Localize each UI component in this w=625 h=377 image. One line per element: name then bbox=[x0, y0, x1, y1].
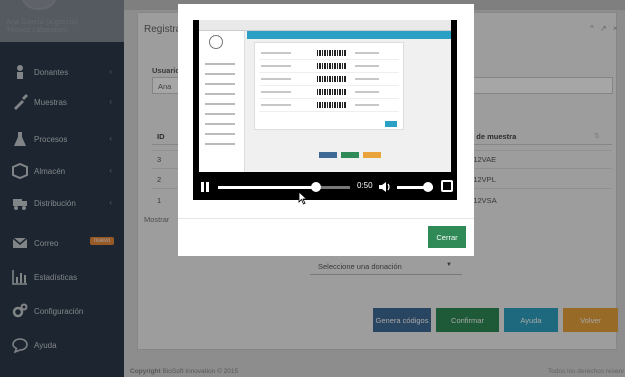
video-cell bbox=[275, 104, 291, 106]
video-header bbox=[247, 31, 451, 39]
video-small-button bbox=[385, 121, 397, 127]
video-cell bbox=[275, 65, 291, 67]
video-frame bbox=[199, 20, 451, 172]
video-row-line bbox=[259, 72, 399, 73]
video-side-item bbox=[205, 83, 235, 85]
video-browser-bar bbox=[199, 20, 451, 31]
volume-handle[interactable] bbox=[423, 182, 433, 192]
video-row-line bbox=[259, 59, 399, 60]
video-side-item bbox=[205, 103, 235, 105]
video-btn bbox=[319, 152, 337, 158]
video-row-line bbox=[259, 98, 399, 99]
video-side-item bbox=[205, 63, 235, 65]
modal-footer-divider bbox=[178, 218, 474, 219]
video-side-item bbox=[205, 73, 235, 75]
video-side-item bbox=[205, 133, 235, 135]
video-barcode bbox=[317, 102, 347, 108]
video-barcode bbox=[317, 89, 347, 95]
video-cell bbox=[275, 52, 291, 54]
video-cell bbox=[275, 78, 291, 80]
progress-played bbox=[218, 186, 316, 189]
video-time: 0:50 bbox=[357, 181, 373, 190]
video-row-line bbox=[259, 111, 399, 112]
video-side-item bbox=[205, 93, 235, 95]
video-btn bbox=[341, 152, 359, 158]
progress-handle[interactable] bbox=[311, 182, 321, 192]
video-barcode bbox=[317, 63, 347, 69]
mouse-cursor-icon bbox=[298, 191, 308, 205]
video-side-item bbox=[205, 143, 235, 145]
video-logo bbox=[209, 35, 223, 49]
video-cell bbox=[355, 91, 379, 93]
fullscreen-icon[interactable] bbox=[441, 180, 453, 192]
video-barcode-table bbox=[254, 42, 404, 130]
video-cell bbox=[355, 65, 379, 67]
video-side-item bbox=[205, 123, 235, 125]
video-btn bbox=[363, 152, 381, 158]
video-cell bbox=[355, 104, 379, 106]
video-row-line bbox=[259, 85, 399, 86]
video-cell bbox=[355, 52, 379, 54]
video-cell bbox=[275, 91, 291, 93]
video-sidebar bbox=[199, 31, 245, 172]
video-side-item bbox=[205, 113, 235, 115]
video-barcode bbox=[317, 50, 347, 56]
pause-icon[interactable] bbox=[201, 182, 209, 192]
volume-icon[interactable] bbox=[378, 180, 392, 194]
cerrar-button[interactable]: Cerrar bbox=[428, 226, 466, 248]
video-barcode bbox=[317, 76, 347, 82]
video-cell bbox=[355, 78, 379, 80]
